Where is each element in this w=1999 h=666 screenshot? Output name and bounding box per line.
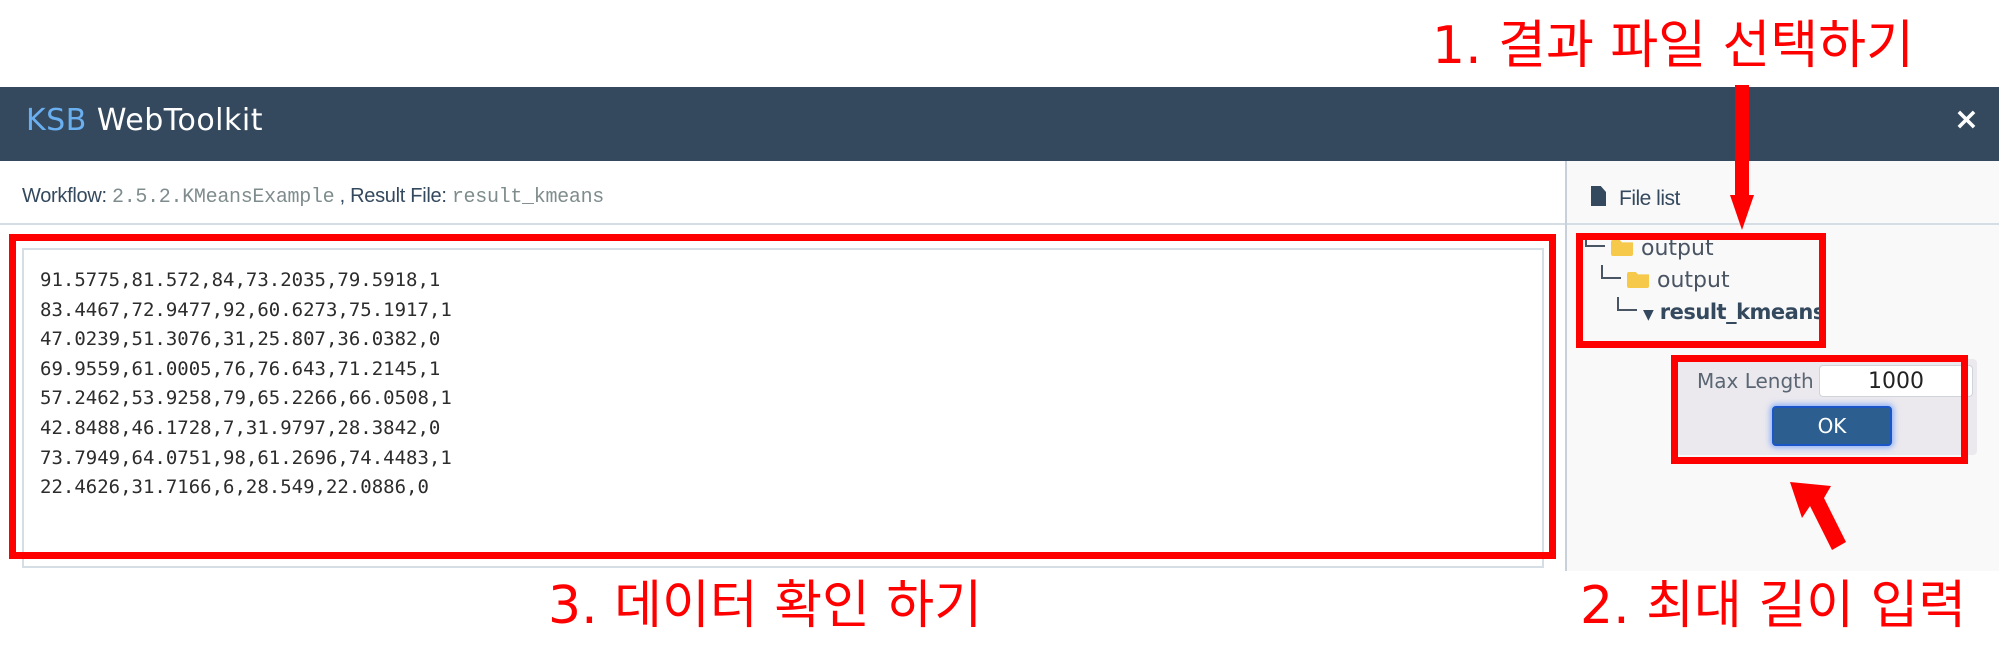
- annotation-step3: 3. 데이터 확인 하기: [548, 576, 983, 636]
- file-icon: [1591, 186, 1606, 206]
- close-icon[interactable]: ×: [1954, 105, 1979, 135]
- result-file-value: result_kmeans: [451, 186, 604, 209]
- workflow-value: 2.5.2.KMeansExample: [112, 186, 335, 209]
- brand-name: WebToolkit: [96, 103, 263, 138]
- info-separator: ,: [339, 185, 346, 207]
- arrow-up-icon: [1790, 482, 1846, 550]
- highlight-max-length: [1671, 355, 1968, 464]
- annotation-step2: 2. 최대 길이 입력: [1580, 576, 1967, 636]
- app-header: KSB WebToolkit ×: [0, 87, 1999, 161]
- highlight-file-tree: [1576, 233, 1826, 348]
- result-file-label: Result File:: [350, 185, 447, 207]
- arrow-down-icon: [1730, 85, 1754, 230]
- brand-prefix: KSB: [26, 103, 87, 138]
- highlight-data-view: [9, 234, 1556, 559]
- info-bar: Workflow: 2.5.2.KMeansExample , Result F…: [0, 161, 1565, 225]
- file-list-title: File list: [1619, 187, 1680, 210]
- file-list-header: File list: [1567, 161, 1999, 225]
- workflow-info: Workflow: 2.5.2.KMeansExample , Result F…: [22, 185, 604, 209]
- annotation-step1: 1. 결과 파일 선택하기: [1432, 16, 1914, 76]
- workflow-label: Workflow:: [22, 185, 107, 207]
- app-logo: KSB WebToolkit: [26, 103, 263, 138]
